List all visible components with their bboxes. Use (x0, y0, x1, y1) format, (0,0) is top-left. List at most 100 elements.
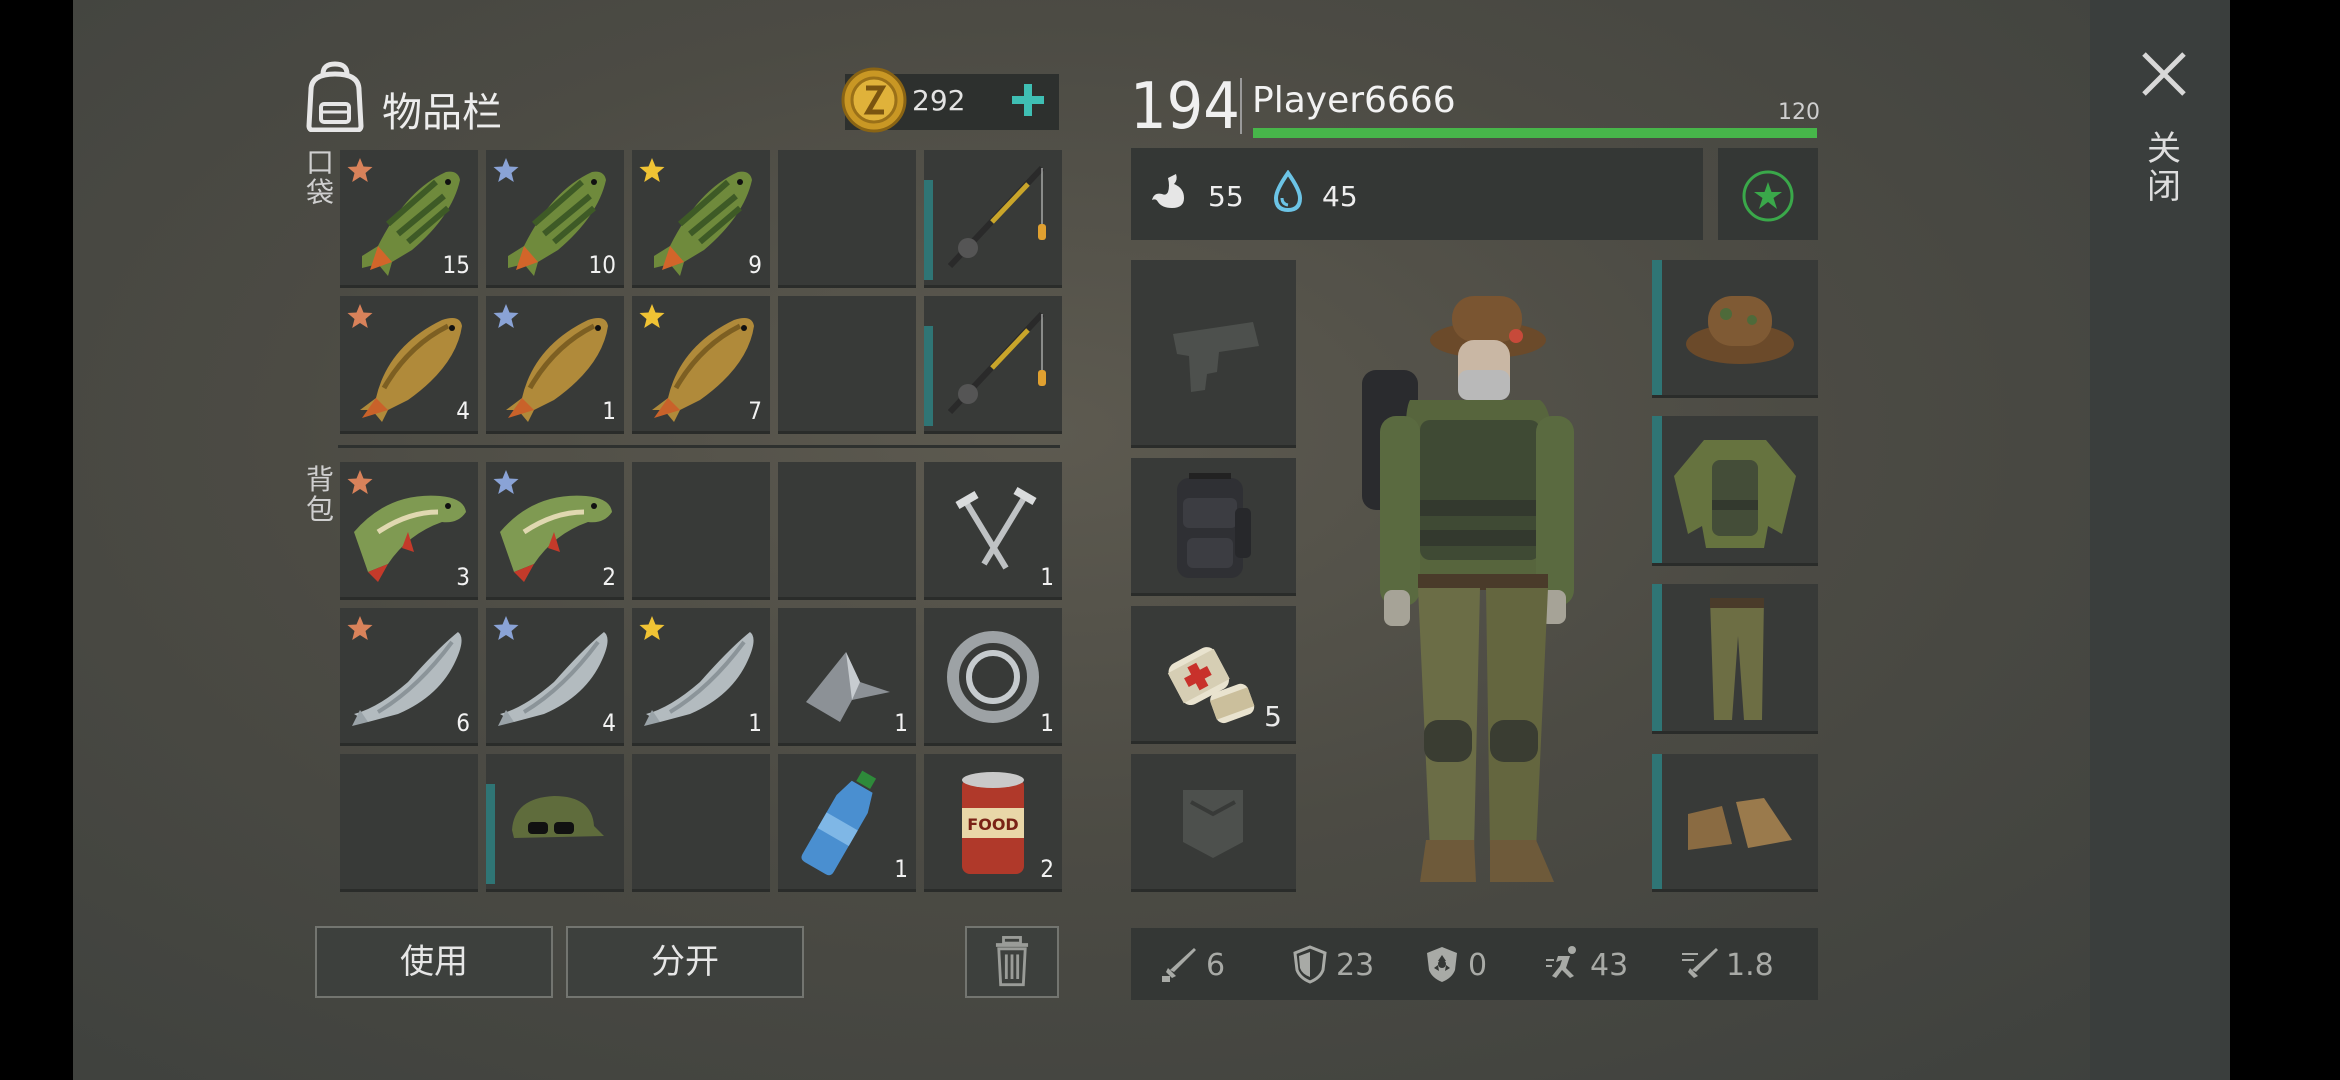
pocket-slot[interactable] (1131, 754, 1296, 892)
running-icon (1546, 946, 1576, 978)
legs-slot[interactable] (1652, 584, 1818, 734)
inventory-slot[interactable] (924, 150, 1062, 288)
weapon-slot[interactable] (1131, 260, 1296, 448)
backpack-icon (306, 61, 364, 132)
inventory-slot[interactable] (778, 150, 916, 288)
inventory-slot[interactable]: 1 (924, 462, 1062, 600)
close-label[interactable]: 关闭 (2144, 130, 2184, 206)
item-count: 2 (1040, 855, 1054, 883)
star-badge-icon[interactable] (1740, 168, 1796, 224)
bucket-hat-icon (1686, 296, 1794, 364)
item-count: 1 (748, 709, 762, 737)
xp-max-value: 120 (1778, 100, 1820, 125)
inventory-slot[interactable]: 2 (486, 462, 624, 600)
level-separator (1240, 78, 1242, 134)
add-coins-button[interactable] (1002, 72, 1054, 128)
inventory-slot[interactable] (778, 462, 916, 600)
inventory-slot[interactable]: 7 (632, 296, 770, 434)
inventory-slot[interactable]: 10 (486, 150, 624, 288)
inventory-slot[interactable] (778, 296, 916, 434)
item-count: 15 (442, 251, 470, 279)
bandage-count: 5 (1264, 700, 1282, 733)
backpack-label: 背包 (305, 463, 334, 526)
xp-bar (1253, 128, 1817, 138)
medical-slot[interactable]: 5 (1131, 606, 1296, 744)
body-slot[interactable] (1652, 416, 1818, 566)
item-count: 6 (456, 709, 470, 737)
inventory-slot[interactable]: 4 (340, 296, 478, 434)
item-count: 4 (456, 397, 470, 425)
thirst-value: 45 (1322, 180, 1358, 213)
star-silver-icon (493, 158, 519, 182)
plus-icon (1012, 84, 1044, 116)
item-count: 1 (894, 709, 908, 737)
inventory-slot[interactable]: 6 (340, 608, 478, 746)
fast-sword-icon (1682, 948, 1718, 978)
sword-icon (1162, 948, 1196, 982)
inventory-slot[interactable]: 1 (778, 608, 916, 746)
item-count: 1 (602, 397, 616, 425)
star-gold-icon (639, 616, 665, 640)
fishing-rod-icon (947, 311, 1046, 415)
item-count: 7 (748, 397, 762, 425)
player-level: 194 (1130, 70, 1240, 144)
backpack-slot[interactable] (1131, 458, 1296, 596)
star-bronze-icon (347, 158, 373, 182)
item-count: 3 (456, 563, 470, 591)
inventory-slot[interactable] (486, 754, 624, 892)
inventory-slot[interactable] (632, 754, 770, 892)
star-gold-icon (639, 304, 665, 328)
star-bronze-icon (347, 616, 373, 640)
pistol-icon (1173, 322, 1259, 392)
inventory-slot[interactable]: 1 (486, 296, 624, 434)
star-silver-icon (493, 616, 519, 640)
nails-icon (955, 487, 1037, 570)
close-icon[interactable] (2136, 46, 2192, 102)
player-character (1362, 296, 1574, 882)
scrap-metal-icon (806, 652, 890, 722)
canned-food-icon: FOOD (962, 772, 1024, 874)
pocket-label: 口袋 (305, 146, 334, 209)
item-count: 10 (588, 251, 616, 279)
item-count: 1 (1040, 709, 1054, 737)
bearing-icon (947, 631, 1039, 723)
camo-cap-icon (512, 796, 604, 838)
boots-icon (1688, 798, 1792, 850)
radiation-shield-icon (1427, 947, 1457, 982)
item-count: 1 (894, 855, 908, 883)
trash-icon (995, 936, 1029, 987)
hunger-value: 55 (1208, 180, 1244, 213)
head-slot[interactable] (1652, 260, 1818, 398)
inventory-slot[interactable]: 3 (340, 462, 478, 600)
trash-button[interactable] (965, 926, 1059, 998)
inventory-slot[interactable] (632, 462, 770, 600)
player-name: Player6666 (1252, 80, 1456, 121)
inventory-slot[interactable]: 4 (486, 608, 624, 746)
star-silver-icon (493, 304, 519, 328)
item-count: 4 (602, 709, 616, 737)
feet-slot[interactable] (1652, 754, 1818, 892)
shield-icon (1293, 945, 1327, 984)
star-gold-icon (639, 158, 665, 182)
star-bronze-icon (347, 304, 373, 328)
speed-value: 43 (1590, 948, 1629, 983)
inventory-slot[interactable]: 15 (340, 150, 478, 288)
svg-text:FOOD: FOOD (967, 815, 1018, 834)
stomach-icon (1152, 174, 1184, 208)
inventory-slot[interactable]: 1 (924, 608, 1062, 746)
inventory-slot[interactable] (924, 296, 1062, 434)
inventory-slot[interactable]: FOOD 2 (924, 754, 1062, 892)
water-bottle-icon (801, 770, 877, 876)
split-button[interactable]: 分开 (566, 926, 804, 998)
inventory-slot[interactable] (340, 754, 478, 892)
item-count: 2 (602, 563, 616, 591)
section-divider (338, 445, 1060, 448)
use-button[interactable]: 使用 (315, 926, 553, 998)
inventory-slot[interactable]: 1 (632, 608, 770, 746)
inventory-slot[interactable]: 1 (778, 754, 916, 892)
pocket-icon (1183, 790, 1243, 858)
inventory-slot[interactable]: 9 (632, 150, 770, 288)
coin-icon (841, 67, 907, 133)
star-silver-icon (493, 470, 519, 494)
coin-amount: 292 (912, 84, 966, 117)
